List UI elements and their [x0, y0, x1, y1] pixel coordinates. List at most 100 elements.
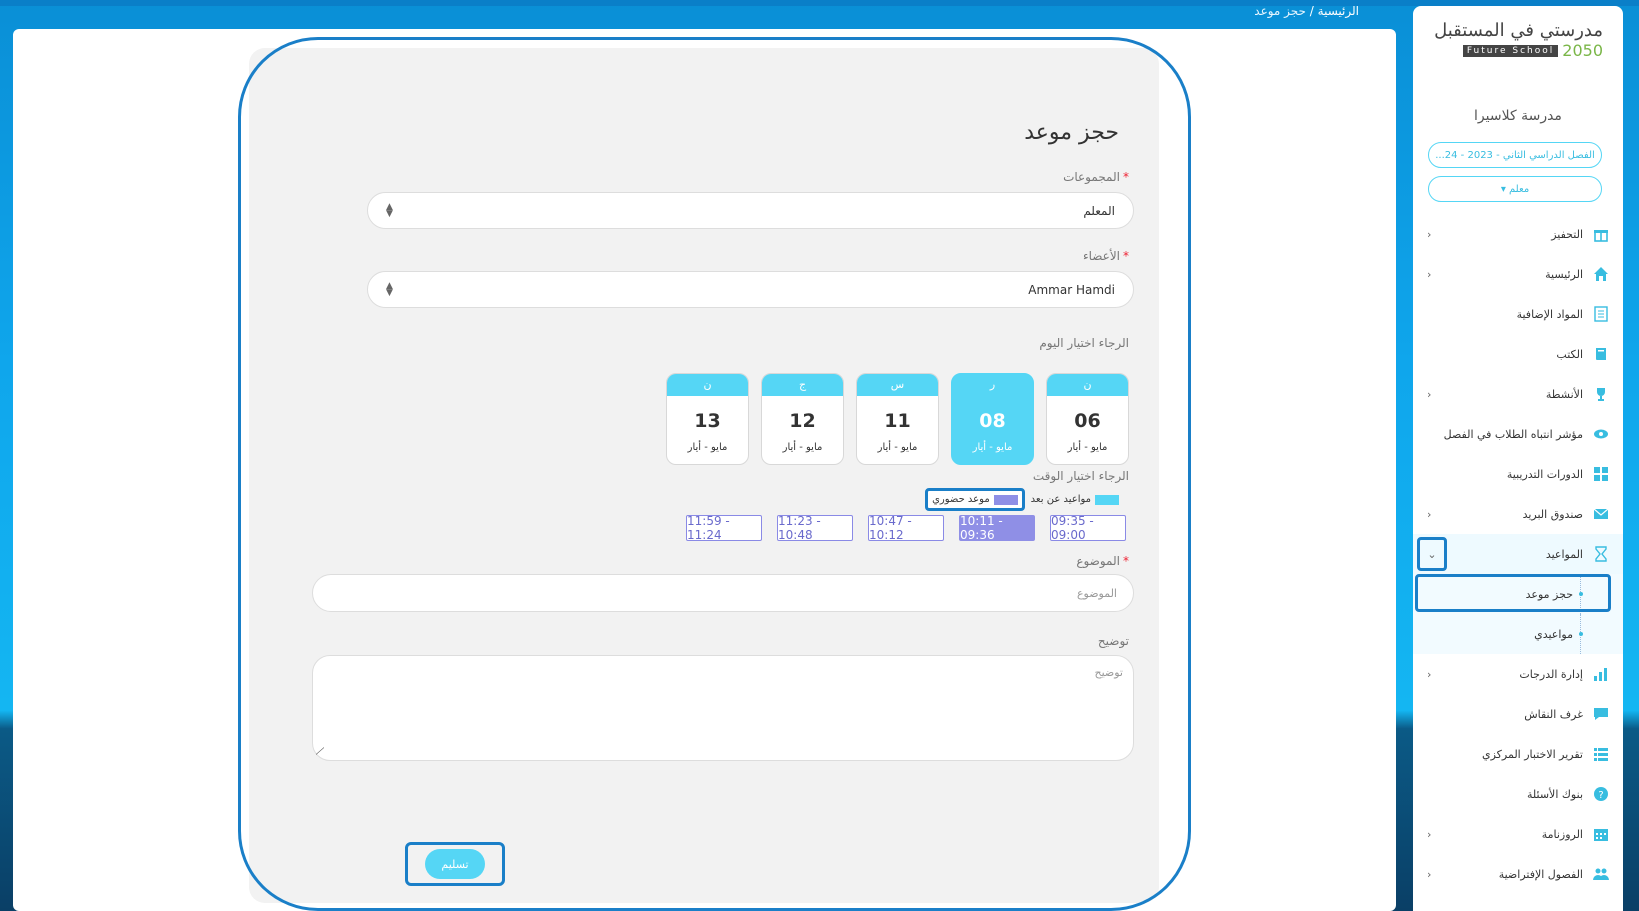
groups-label: *المجموعات: [1063, 170, 1129, 184]
sidebar-item-2[interactable]: المواد الإضافية: [1413, 294, 1623, 334]
breadcrumb-home[interactable]: الرئيسية: [1318, 4, 1359, 18]
sidebar-item-6[interactable]: الدورات التدريبية: [1413, 454, 1623, 494]
users-icon: [1593, 866, 1609, 882]
sidebar-item-label: بنوك الأسئلة: [1526, 787, 1583, 801]
sidebar-subitem[interactable]: حجز موعد: [1413, 574, 1623, 614]
logo-year: 2050: [1562, 41, 1603, 60]
time-slot[interactable]: 10:47 - 10:12: [868, 514, 944, 542]
sidebar-item-12[interactable]: غرف النقاش: [1413, 694, 1623, 734]
time-prompt: الرجاء اختيار الوقت: [1032, 469, 1129, 483]
legend-in-person: موعد حضوري: [925, 488, 1025, 511]
sidebar-subitem[interactable]: مواعيدي: [1413, 614, 1623, 654]
chevron-left-icon[interactable]: ‹: [1427, 828, 1431, 841]
legend-remote-label: مواعيد عن بعد: [1030, 494, 1091, 505]
sidebar-item-label: الكتب: [1556, 347, 1583, 361]
home-icon: [1593, 266, 1609, 282]
sidebar-item-1[interactable]: الرئيسية ‹: [1413, 254, 1623, 294]
day-card[interactable]: ن 06 مايو - أيار: [1046, 373, 1129, 465]
groups-select-value: المعلم: [1083, 203, 1115, 218]
day-card-month: مايو - أيار: [687, 442, 728, 453]
sidebar-item-16[interactable]: الفصول الإفتراضية ‹: [1413, 854, 1623, 894]
time-slot[interactable]: 10:11 - 09:36: [959, 514, 1035, 542]
groups-select[interactable]: المعلم ▲ ▼: [367, 192, 1134, 229]
select-arrows-icon: ▲ ▼: [386, 280, 393, 298]
sidebar-item-label: الرئيسية: [1545, 267, 1583, 281]
book-icon: [1593, 346, 1609, 362]
legend-in-person-swatch: [993, 494, 1018, 505]
sidebar-item-5[interactable]: مؤشر انتباه الطلاب في الفصل: [1413, 414, 1623, 454]
chevron-left-icon[interactable]: ‹: [1427, 388, 1431, 401]
sidebar-item-3[interactable]: الكتب: [1413, 334, 1623, 374]
sidebar-item-0[interactable]: التحفيز ‹: [1413, 214, 1623, 254]
members-select[interactable]: Ammar Hamdi ▲ ▼: [367, 271, 1134, 308]
chevron-left-icon[interactable]: ‹: [1427, 228, 1431, 241]
required-mark: *: [1123, 554, 1129, 568]
school-name: مدرسة كلاسيرا: [1474, 108, 1562, 124]
sidebar-item-label: التحفيز: [1551, 227, 1583, 241]
sidebar: مدرستي في المستقبل Future School 2050 مد…: [1413, 6, 1623, 911]
members-label-text: الأعضاء: [1082, 249, 1120, 263]
bar-chart-icon: [1593, 666, 1609, 682]
calendar-icon: [1593, 826, 1609, 842]
submit-button[interactable]: تسليم: [425, 849, 485, 879]
day-card-weekday: ر: [952, 374, 1033, 396]
sidebar-item-label: الفصول الإفتراضية: [1498, 867, 1583, 881]
sidebar-item-label: الأنشطة: [1545, 387, 1583, 401]
question-icon: ?: [1593, 786, 1609, 802]
grid-icon: [1593, 466, 1609, 482]
logo-english: Future School: [1462, 44, 1559, 57]
sidebar-item-13[interactable]: تقرير الاختبار المركزي: [1413, 734, 1623, 774]
breadcrumb: الرئيسية / حجز موعد: [1254, 4, 1359, 18]
day-card[interactable]: س 11 مايو - أيار: [856, 373, 939, 465]
description-label: توضيح: [1097, 634, 1129, 648]
submit-highlight: تسليم: [405, 842, 505, 886]
chat-icon: [1593, 706, 1609, 722]
chevron-left-icon[interactable]: ‹: [1427, 668, 1431, 681]
role-selector[interactable]: معلم ▾: [1428, 176, 1602, 202]
resize-handle-icon[interactable]: ⟋: [312, 747, 326, 755]
sidebar-item-7[interactable]: صندوق البريد ‹: [1413, 494, 1623, 534]
chevron-left-icon[interactable]: ‹: [1427, 868, 1431, 881]
svg-text:?: ?: [1598, 790, 1603, 801]
day-card-weekday: ج: [762, 374, 843, 396]
day-picker: ن 06 مايو - أيار ر 08 مايو - أيار س 11 مايو - أي…: [666, 373, 1129, 465]
sidebar-item-8[interactable]: المواعيد ⌄: [1413, 534, 1623, 574]
day-card[interactable]: ن 13 مايو - أيار: [666, 373, 749, 465]
day-card[interactable]: ر 08 مايو - أيار: [951, 373, 1034, 465]
description-textarea[interactable]: توضيح ⟋: [312, 655, 1134, 761]
required-mark: *: [1123, 249, 1129, 263]
chevron-down-icon[interactable]: ⌄: [1417, 537, 1447, 571]
legend-remote-swatch: [1095, 494, 1119, 505]
day-card-month: مايو - أيار: [1067, 442, 1108, 453]
breadcrumb-separator: /: [1309, 4, 1314, 18]
time-slot[interactable]: 11:59 - 11:24: [686, 514, 762, 542]
day-card[interactable]: ج 12 مايو - أيار: [761, 373, 844, 465]
sidebar-item-4[interactable]: الأنشطة ‹: [1413, 374, 1623, 414]
sidebar-item-label: المواعيد: [1545, 547, 1583, 561]
sidebar-item-label: غرف النقاش: [1524, 707, 1583, 721]
top-bar: [0, 0, 1639, 6]
sidebar-item-label: صندوق البريد: [1522, 507, 1583, 521]
day-card-number: 08: [979, 410, 1006, 432]
sidebar-item-11[interactable]: إدارة الدرجات ‹: [1413, 654, 1623, 694]
chevron-left-icon[interactable]: ‹: [1427, 268, 1431, 281]
semester-selector[interactable]: الفصل الدراسي الثاني - 2023 - 24...: [1428, 142, 1602, 168]
sidebar-item-label: حجز موعد: [1525, 587, 1573, 601]
sidebar-item-label: الروزنامة: [1541, 827, 1583, 841]
list-icon: [1593, 746, 1609, 762]
day-prompt: الرجاء اختيار اليوم: [1039, 336, 1129, 350]
chevron-left-icon[interactable]: ‹: [1427, 508, 1431, 521]
page-title: حجز موعد: [1024, 120, 1119, 145]
booking-form: حجز موعد *المجموعات المعلم ▲ ▼ *الأعضاء A…: [249, 48, 1159, 903]
subject-label: *الموضوع: [1076, 554, 1129, 568]
sidebar-item-14[interactable]: ? بنوك الأسئلة: [1413, 774, 1623, 814]
day-card-weekday: ن: [667, 374, 748, 396]
time-slot[interactable]: 09:35 - 09:00: [1050, 514, 1126, 542]
sidebar-item-15[interactable]: الروزنامة ‹: [1413, 814, 1623, 854]
subject-input[interactable]: الموضوع: [312, 574, 1134, 612]
members-label: *الأعضاء: [1083, 249, 1129, 263]
select-arrows-icon: ▲ ▼: [386, 201, 393, 219]
time-slot[interactable]: 11:23 - 10:48: [777, 514, 853, 542]
logo-arabic: مدرستي في المستقبل: [1434, 20, 1603, 41]
day-card-number: 11: [884, 410, 911, 432]
